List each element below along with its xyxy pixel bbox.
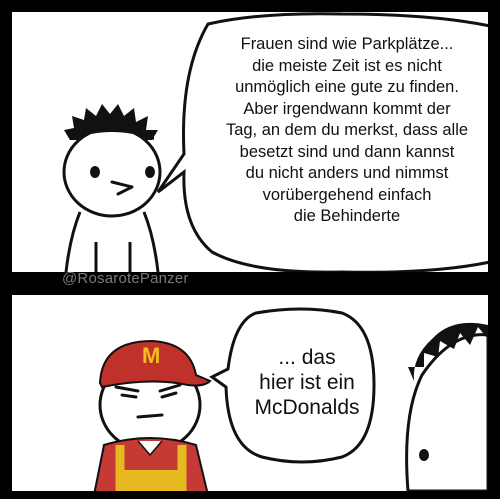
speech-line: unmöglich eine gute zu finden. — [235, 78, 459, 96]
speech-line: ... das — [278, 346, 336, 369]
apron — [120, 470, 182, 491]
speech-line: du nicht anders und nimmst — [245, 164, 449, 182]
speech-line: hier ist ein — [259, 371, 355, 394]
speech-line: Frauen sind wie Parkplätze... — [240, 35, 454, 53]
speech-line: besetzt sind und dann kannst — [239, 142, 455, 161]
speech-line: McDonalds — [254, 396, 360, 419]
stick-man-left — [62, 104, 162, 272]
speech-text-top: Frauen sind wie Parkplätze... die meiste… — [212, 34, 482, 228]
speech-text-bottom: ... das hier ist ein McDonalds — [237, 345, 377, 420]
eye-right — [145, 166, 155, 178]
mcdonalds-logo: M — [142, 343, 161, 368]
worker-mouth — [136, 413, 164, 419]
comic-panel-bottom: M ... das hier ist ein McDonalds — [12, 295, 488, 491]
speech-line: Tag, an dem du merkst, dass alle — [225, 121, 469, 139]
comic-panel-top: Frauen sind wie Parkplätze... die meiste… — [12, 12, 488, 272]
speech-line: die meiste Zeit ist es nicht — [252, 56, 442, 75]
speech-line: Aber irgendwann kommt der — [243, 99, 451, 118]
speech-line: die Behinderte — [293, 207, 401, 225]
eye-left — [90, 166, 100, 178]
eye — [419, 449, 429, 461]
speech-line: vorübergehend einfach — [262, 185, 432, 204]
stick-man-right — [405, 322, 488, 491]
watermark: @RosarotePanzer — [62, 270, 189, 287]
